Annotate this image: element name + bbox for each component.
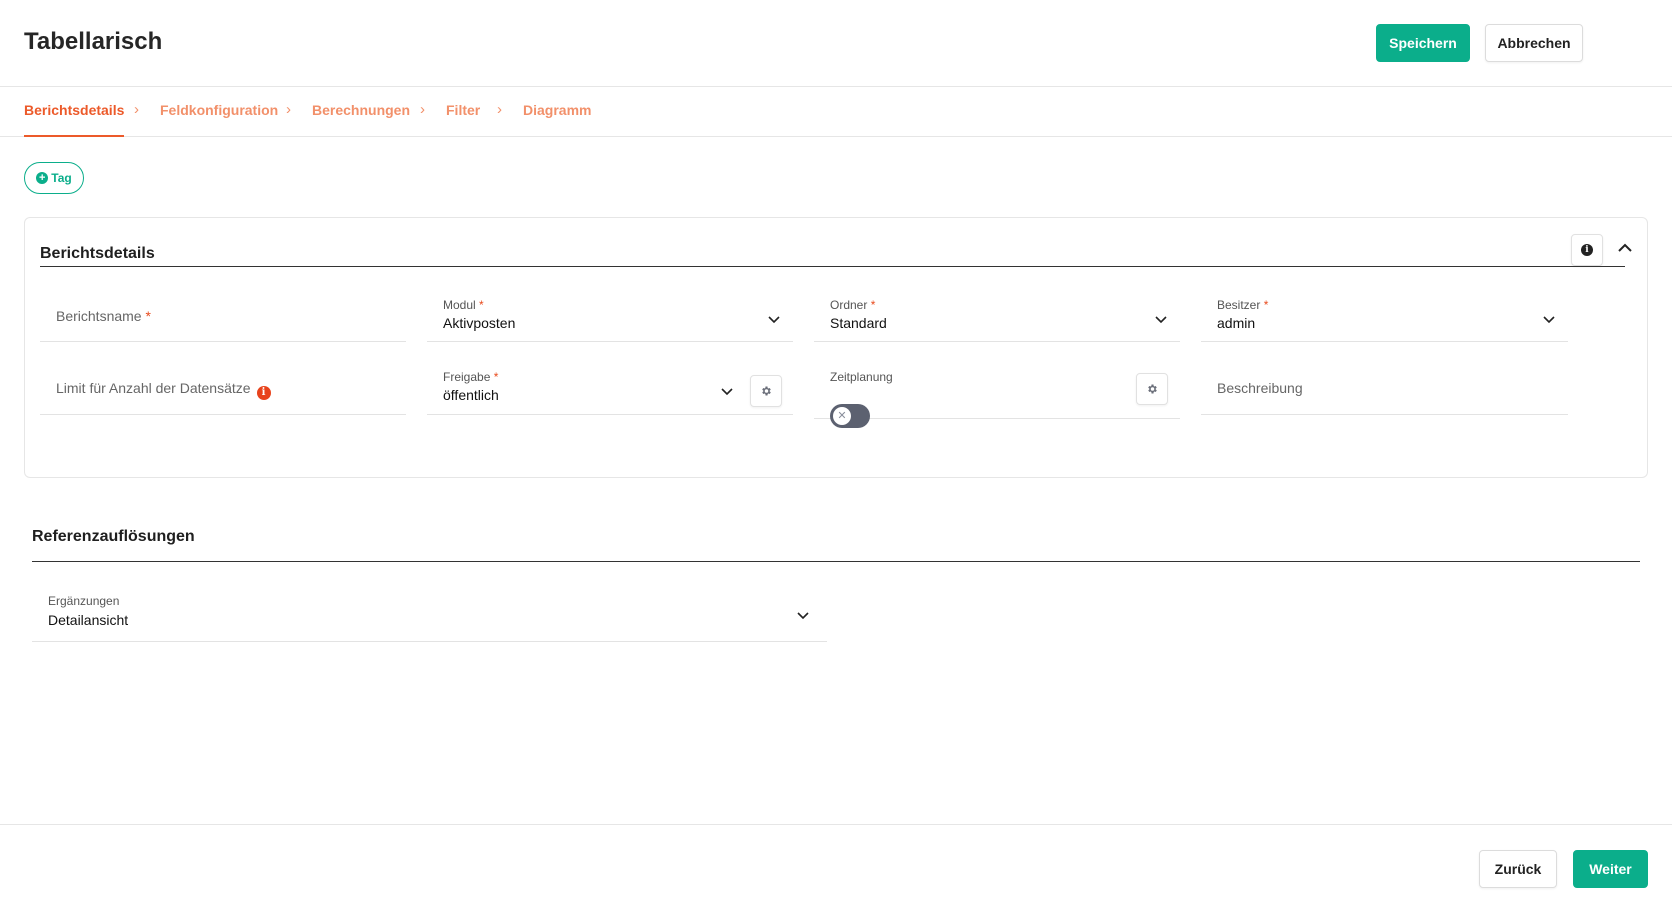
- chevron-right-icon: ›: [420, 101, 425, 118]
- tab-calculations[interactable]: Berechnungen: [312, 102, 410, 137]
- chevron-down-icon: [768, 316, 780, 324]
- close-icon: ✕: [833, 407, 851, 425]
- record-limit-placeholder: Limit für Anzahl der Datensätze: [56, 380, 251, 396]
- tag-button-label: Tag: [51, 171, 72, 185]
- section-divider: [40, 266, 1625, 267]
- scheduling-toggle[interactable]: ✕: [830, 404, 870, 428]
- chevron-down-icon: [1155, 316, 1167, 324]
- module-select[interactable]: Modul * Aktivposten: [427, 290, 793, 342]
- info-button[interactable]: i: [1571, 234, 1603, 266]
- module-value: Aktivposten: [443, 315, 516, 331]
- page-header: Tabellarisch Speichern Abbrechen: [0, 0, 1672, 87]
- section-divider: [32, 561, 1640, 562]
- gear-icon: [1148, 384, 1157, 394]
- sharing-label: Freigabe: [443, 370, 491, 384]
- folder-value: Standard: [830, 315, 887, 331]
- additions-label: Ergänzungen: [48, 594, 120, 608]
- sharing-select[interactable]: Freigabe * öffentlich: [427, 362, 793, 415]
- page-footer: Zurück Weiter: [0, 824, 1672, 911]
- next-button[interactable]: Weiter: [1573, 850, 1648, 888]
- back-button[interactable]: Zurück: [1479, 850, 1557, 888]
- report-name-field[interactable]: Berichtsname *: [40, 290, 406, 342]
- chevron-down-icon: [1543, 316, 1555, 324]
- gear-icon: [762, 386, 771, 396]
- sharing-settings-button[interactable]: [750, 375, 782, 407]
- page-title: Tabellarisch: [24, 28, 163, 55]
- required-marker: *: [145, 308, 151, 324]
- plus-circle-icon: +: [36, 172, 49, 184]
- owner-value: admin: [1217, 315, 1256, 331]
- chevron-down-icon: [721, 388, 733, 396]
- record-limit-field[interactable]: Limit für Anzahl der Datensätze i: [40, 362, 406, 415]
- chevron-right-icon: ›: [497, 101, 502, 118]
- info-icon[interactable]: i: [256, 386, 271, 400]
- module-label: Modul: [443, 298, 476, 312]
- save-button[interactable]: Speichern: [1376, 24, 1470, 62]
- description-placeholder: Beschreibung: [1217, 380, 1303, 396]
- scheduling-settings-button[interactable]: [1136, 373, 1168, 405]
- additions-value: Detailansicht: [48, 612, 129, 628]
- sharing-value: öffentlich: [443, 387, 499, 403]
- folder-select[interactable]: Ordner * Standard: [814, 290, 1180, 342]
- tab-field-configuration[interactable]: Feldkonfiguration: [160, 102, 278, 137]
- description-field[interactable]: Beschreibung: [1201, 362, 1568, 415]
- required-marker: *: [493, 370, 499, 384]
- report-details-card: [24, 217, 1648, 478]
- chevron-right-icon: ›: [286, 101, 291, 118]
- tab-diagram[interactable]: Diagramm: [523, 102, 591, 137]
- owner-label: Besitzer: [1217, 298, 1261, 312]
- cancel-button[interactable]: Abbrechen: [1485, 24, 1583, 62]
- section-title-reference-resolutions: Referenzauflösungen: [32, 528, 195, 545]
- chevron-right-icon: ›: [134, 101, 139, 118]
- report-name-placeholder: Berichtsname: [56, 308, 142, 324]
- scheduling-label: Zeitplanung: [830, 370, 893, 384]
- chevron-up-icon[interactable]: [1613, 236, 1637, 260]
- section-title-report-details: Berichtsdetails: [40, 245, 155, 262]
- required-marker: *: [870, 298, 876, 312]
- info-icon: i: [1581, 244, 1593, 256]
- add-tag-button[interactable]: + Tag: [24, 162, 84, 194]
- additions-select[interactable]: Ergänzungen Detailansicht: [32, 574, 827, 642]
- scheduling-field: Zeitplanung ✕: [814, 362, 1180, 428]
- tab-report-details[interactable]: Berichtsdetails: [24, 102, 125, 137]
- tab-filter[interactable]: Filter: [446, 102, 480, 137]
- folder-label: Ordner: [830, 298, 868, 312]
- chevron-down-icon: [797, 612, 809, 620]
- required-marker: *: [479, 298, 484, 312]
- wizard-tabs: Berichtsdetails › Feldkonfiguration › Be…: [0, 88, 1672, 137]
- owner-select[interactable]: Besitzer * admin: [1201, 290, 1568, 342]
- required-marker: *: [1263, 298, 1269, 312]
